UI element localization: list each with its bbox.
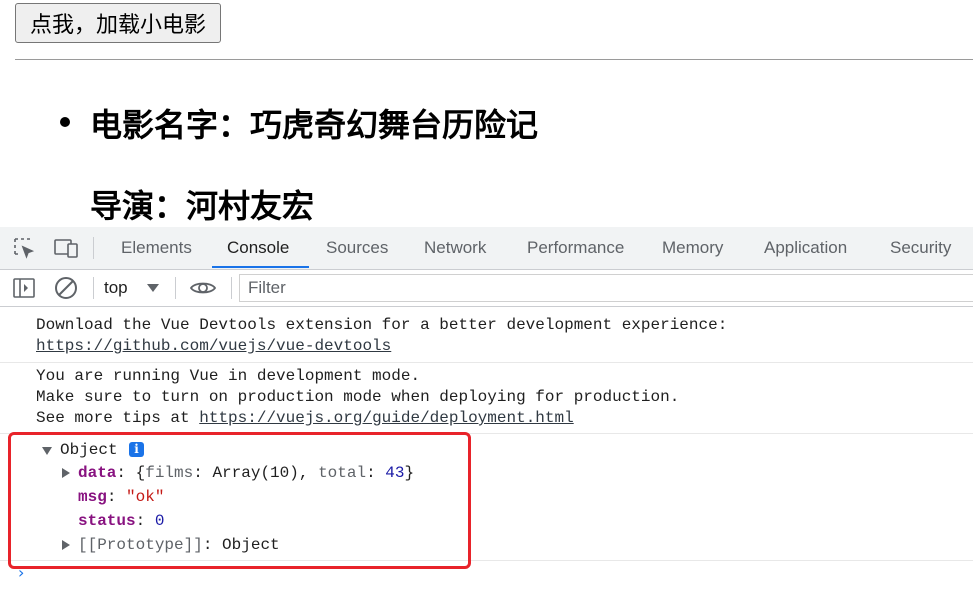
console-text: Download the Vue Devtools extension for … [36,316,728,334]
console-text-prefix: See more tips at [36,409,200,427]
devtools-tab-bar: Elements Console Sources Network Perform… [0,227,973,270]
device-toolbar-icon[interactable] [54,236,78,260]
tab-network[interactable]: Network [424,227,486,269]
object-property-status: status: 0 [78,512,165,530]
filter-input[interactable] [239,274,973,302]
movie-name: 电影名字：巧虎奇幻舞台历险记 [90,106,539,144]
tab-separator [93,237,94,259]
console-message: You are running Vue in development mode.… [0,363,973,434]
console-text: See more tips at https://vuejs.org/guide… [36,408,574,429]
object-property-prototype[interactable]: [[Prototype]]: Object [78,535,280,556]
object-property-msg: msg: "ok" [78,488,165,506]
console-prompt-icon[interactable]: › [18,563,24,582]
load-movies-button[interactable]: 点我，加载小电影 [15,3,222,43]
console-toolbar: top [0,270,973,307]
tab-elements[interactable]: Elements [121,227,192,269]
console-text: You are running Vue in development mode. [36,367,421,385]
tab-sources[interactable]: Sources [326,227,388,269]
chevron-down-icon[interactable] [147,284,159,292]
collapse-triangle-icon[interactable] [62,468,70,478]
info-icon[interactable]: i [129,442,144,457]
tab-memory[interactable]: Memory [662,227,723,269]
tab-application[interactable]: Application [764,227,847,269]
list-bullet [60,117,70,127]
console-output: Download the Vue Devtools extension for … [0,307,973,597]
toolbar-separator [93,277,94,299]
tab-console[interactable]: Console [227,227,289,269]
tab-security[interactable]: Security [890,227,951,269]
expand-triangle-icon[interactable] [42,447,52,455]
movie-director: 导演：河村友宏 [90,187,315,225]
console-text: Make sure to turn on production mode whe… [36,388,680,406]
divider [15,59,973,60]
object-property-data[interactable]: data: {films: Array(10), total: 43} [78,463,414,484]
object-label[interactable]: Object [60,440,118,461]
tab-performance[interactable]: Performance [527,227,624,269]
inspect-element-icon[interactable] [12,236,36,260]
collapse-triangle-icon[interactable] [62,540,70,550]
vue-devtools-link[interactable]: https://github.com/vuejs/vue-devtools [36,336,391,357]
active-tab-indicator [212,266,309,268]
vue-deployment-link[interactable]: https://vuejs.org/guide/deployment.html [199,409,573,427]
clear-console-icon[interactable] [54,276,78,300]
console-object-message: Object i data: {films: Array(10), total:… [0,434,973,561]
toolbar-separator [231,277,232,299]
page-content: 点我，加载小电影 电影名字：巧虎奇幻舞台历险记 导演：河村友宏 [0,0,973,227]
toolbar-separator [175,277,176,299]
sidebar-toggle-icon[interactable] [12,276,36,300]
console-message: Download the Vue Devtools extension for … [0,307,973,363]
context-selector[interactable]: top [104,270,128,306]
live-expression-eye-icon[interactable] [189,276,217,300]
